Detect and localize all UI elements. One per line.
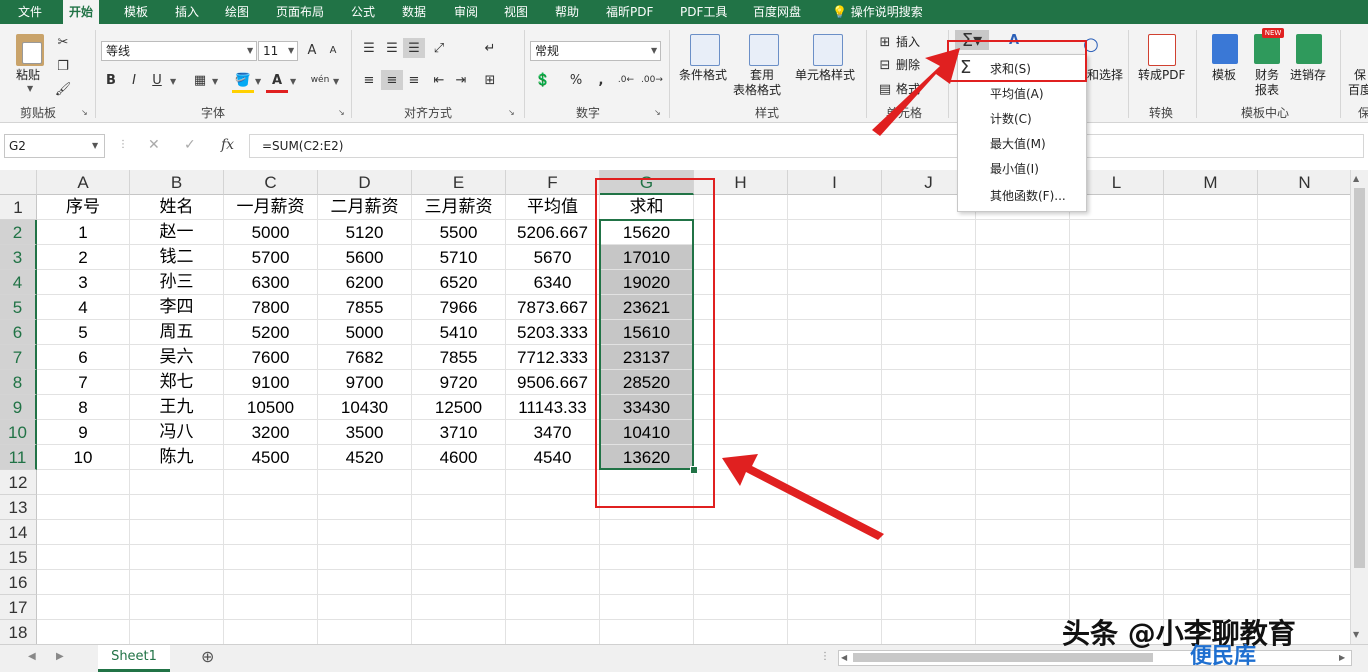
arrow-left-icon — [722, 454, 884, 540]
watermark-logo-text: 便民库 — [1190, 644, 1257, 669]
arrow-up-icon — [872, 48, 960, 136]
watermark-text: 头条 @小李聊教育 — [1062, 617, 1296, 650]
annotation-arrows — [722, 48, 960, 540]
